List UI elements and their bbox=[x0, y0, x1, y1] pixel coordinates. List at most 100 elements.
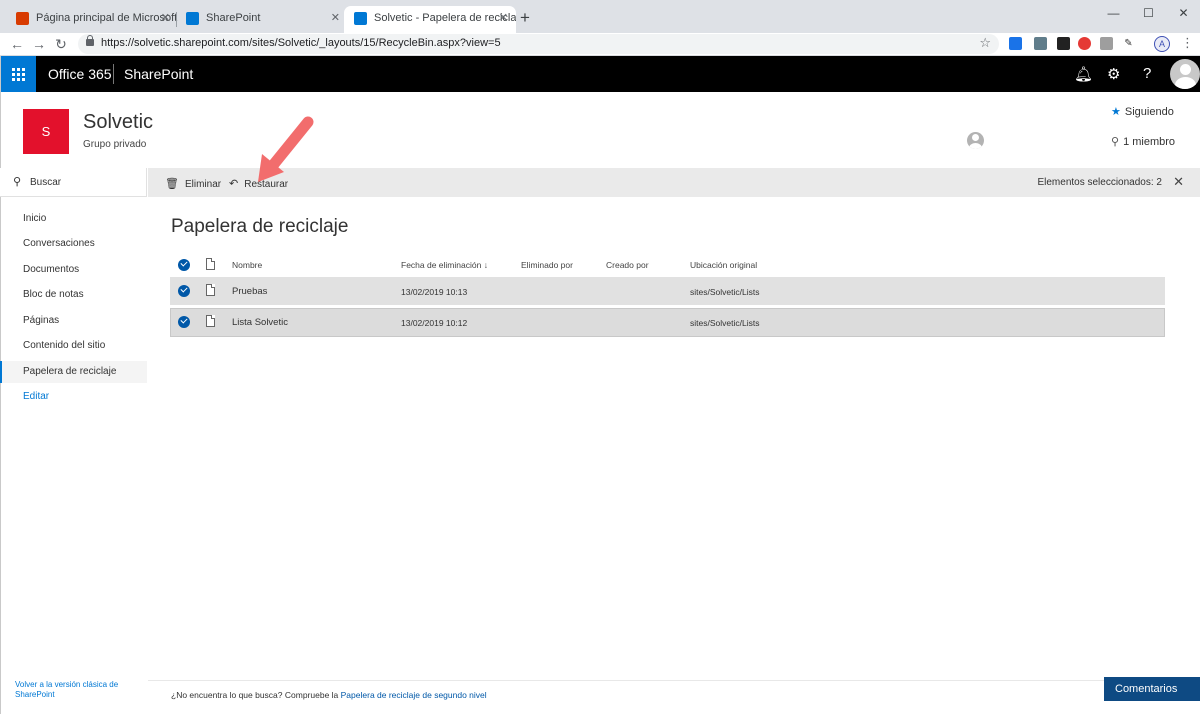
sort-arrow-icon: ↓ bbox=[483, 260, 488, 270]
tab-title: Página principal de Microsoft Of bbox=[36, 12, 178, 24]
extension-icon[interactable]: ✎ bbox=[1122, 37, 1135, 50]
browser-tab-office[interactable]: Página principal de Microsoft Of ✕ bbox=[6, 6, 178, 33]
table-row[interactable]: Lista Solvetic 13/02/2019 10:12 sites/So… bbox=[170, 308, 1165, 337]
extension-icon[interactable] bbox=[1009, 37, 1022, 50]
bell-icon[interactable]: 🔔︎ bbox=[1074, 65, 1093, 83]
column-header-deleted-by[interactable]: Eliminado por bbox=[521, 260, 573, 270]
user-avatar[interactable] bbox=[1170, 59, 1200, 89]
divider bbox=[148, 680, 1200, 681]
annotation-arrow-icon bbox=[258, 116, 314, 182]
search-placeholder: Buscar bbox=[30, 177, 62, 188]
extension-icon[interactable] bbox=[1034, 37, 1047, 50]
member-avatar[interactable] bbox=[967, 132, 984, 149]
address-bar[interactable]: https://solvetic.sharepoint.com/sites/So… bbox=[78, 34, 999, 54]
browser-tab-recycle-bin[interactable]: Solvetic - Papelera de reciclaje ✕ bbox=[344, 6, 516, 33]
members-label: 1 miembro bbox=[1123, 136, 1176, 148]
office-suite-bar: Office 365 SharePoint 🔔︎ ⚙ ? bbox=[0, 56, 1200, 92]
second-stage-recycle-link[interactable]: Papelera de reciclaje de segundo nivel bbox=[341, 690, 487, 700]
row-name[interactable]: Pruebas bbox=[232, 286, 267, 297]
follow-button[interactable]: ★ Siguiendo bbox=[1111, 105, 1174, 118]
comments-button[interactable]: Comentarios bbox=[1104, 677, 1200, 701]
sharepoint-favicon-icon bbox=[186, 12, 199, 25]
page-title: Papelera de reciclaje bbox=[171, 216, 349, 237]
minimize-button[interactable]: — bbox=[1096, 0, 1131, 28]
reload-icon[interactable]: ↻ bbox=[52, 34, 70, 54]
table-row[interactable]: Pruebas 13/02/2019 10:13 sites/Solvetic/… bbox=[170, 277, 1165, 306]
nav-item-paginas[interactable]: Páginas bbox=[0, 310, 147, 332]
maximize-button[interactable]: ☐ bbox=[1131, 0, 1166, 28]
extension-icon[interactable] bbox=[1100, 37, 1113, 50]
delete-label: Eliminar bbox=[184, 179, 222, 190]
nav-item-inicio[interactable]: Inicio bbox=[0, 208, 147, 230]
column-header-created-by[interactable]: Creado por bbox=[606, 260, 649, 270]
row-deleted-date: 13/02/2019 10:13 bbox=[401, 287, 468, 297]
bookmark-star-icon[interactable]: ☆ bbox=[979, 35, 991, 51]
sharepoint-link[interactable]: SharePoint bbox=[124, 66, 193, 82]
help-icon[interactable]: ? bbox=[1143, 65, 1151, 82]
profile-avatar[interactable]: A bbox=[1154, 36, 1170, 52]
close-tab-icon[interactable]: ✕ bbox=[499, 6, 508, 31]
select-all-checkbox[interactable] bbox=[178, 259, 190, 271]
file-type-icon bbox=[206, 258, 215, 270]
row-name[interactable]: Lista Solvetic bbox=[232, 317, 288, 328]
classic-view-link[interactable]: Volver a la versión clásica de SharePoin… bbox=[15, 680, 135, 700]
follow-label: Siguiendo bbox=[1124, 106, 1174, 118]
nav-item-contenido-del-sitio[interactable]: Contenido del sitio bbox=[0, 335, 147, 357]
nav-edit-link[interactable]: Editar bbox=[0, 386, 147, 408]
table-header: Nombre Fecha de eliminación ↓ Eliminado … bbox=[170, 253, 1165, 277]
search-input[interactable]: ⚲ Buscar bbox=[0, 168, 147, 197]
nav-item-documentos[interactable]: Documentos bbox=[0, 259, 147, 281]
column-header-location[interactable]: Ubicación original bbox=[690, 260, 757, 270]
person-icon: ⚲ bbox=[1111, 136, 1120, 148]
footer-question: ¿No encuentra lo que busca? Compruebe la bbox=[171, 690, 341, 700]
nav-item-papelera[interactable]: Papelera de reciclaje bbox=[0, 361, 147, 383]
star-icon: ★ bbox=[1111, 106, 1121, 118]
back-arrow-icon[interactable]: ← bbox=[8, 34, 26, 54]
lock-icon bbox=[86, 35, 94, 46]
app-launcher-icon[interactable] bbox=[0, 56, 36, 92]
divider bbox=[113, 64, 114, 84]
file-icon bbox=[206, 315, 215, 327]
site-logo[interactable]: S bbox=[23, 109, 69, 154]
column-header-label: Fecha de eliminación bbox=[401, 260, 482, 270]
site-subtitle: Grupo privado bbox=[83, 139, 147, 150]
footer-text: ¿No encuentra lo que busca? Compruebe la… bbox=[171, 690, 487, 700]
browser-menu-icon[interactable]: ⋮ bbox=[1181, 35, 1194, 51]
row-location: sites/Solvetic/Lists bbox=[690, 287, 760, 297]
undo-icon: ↶ bbox=[229, 178, 239, 190]
site-title[interactable]: Solvetic bbox=[83, 111, 153, 134]
browser-toolbar: ← → ↻ https://solvetic.sharepoint.com/si… bbox=[0, 33, 1200, 56]
tab-title: SharePoint bbox=[206, 12, 261, 24]
row-checkbox[interactable] bbox=[178, 316, 190, 328]
column-header-deleted-date[interactable]: Fecha de eliminación ↓ bbox=[401, 260, 488, 270]
clear-selection-icon[interactable]: ✕ bbox=[1173, 174, 1184, 190]
row-deleted-date: 13/02/2019 10:12 bbox=[401, 318, 468, 328]
tab-title: Solvetic - Papelera de reciclaje bbox=[374, 12, 516, 24]
gear-icon[interactable]: ⚙ bbox=[1107, 65, 1120, 83]
divider bbox=[0, 56, 1, 714]
nav-item-conversaciones[interactable]: Conversaciones bbox=[0, 233, 147, 255]
trash-icon: 🗑︎ bbox=[165, 178, 179, 190]
file-icon bbox=[206, 284, 215, 296]
sharepoint-favicon-icon bbox=[354, 12, 367, 25]
column-header-name[interactable]: Nombre bbox=[232, 260, 262, 270]
members-button[interactable]: ⚲ 1 miembro bbox=[1111, 135, 1175, 148]
selection-count: Elementos seleccionados: 2 bbox=[1037, 177, 1162, 188]
row-checkbox[interactable] bbox=[178, 285, 190, 297]
new-tab-button[interactable]: + bbox=[520, 6, 530, 30]
forward-arrow-icon[interactable]: → bbox=[30, 34, 48, 54]
close-tab-icon[interactable]: ✕ bbox=[331, 6, 340, 31]
office-favicon-icon bbox=[16, 12, 29, 25]
office365-link[interactable]: Office 365 bbox=[48, 66, 112, 82]
delete-button[interactable]: 🗑︎ Eliminar bbox=[165, 177, 221, 190]
extension-icon[interactable] bbox=[1057, 37, 1070, 50]
url-text: https://solvetic.sharepoint.com/sites/So… bbox=[101, 37, 501, 49]
browser-tab-strip: Página principal de Microsoft Of ✕ Share… bbox=[0, 0, 1200, 33]
search-icon: ⚲ bbox=[13, 176, 22, 188]
opera-icon[interactable] bbox=[1078, 37, 1091, 50]
row-location: sites/Solvetic/Lists bbox=[690, 318, 760, 328]
close-tab-icon[interactable]: ✕ bbox=[161, 6, 170, 31]
close-window-button[interactable]: ✕ bbox=[1166, 0, 1200, 28]
nav-item-bloc-de-notas[interactable]: Bloc de notas bbox=[0, 284, 147, 306]
browser-tab-sharepoint[interactable]: SharePoint ✕ bbox=[176, 6, 348, 33]
